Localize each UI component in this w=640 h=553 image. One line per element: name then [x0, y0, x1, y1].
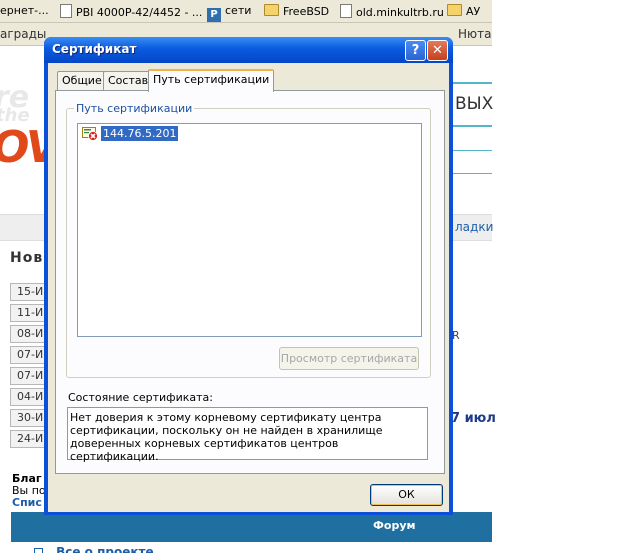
certification-path-tree[interactable]	[77, 123, 422, 337]
forum-header-bar: Форум	[11, 512, 492, 542]
help-icon: ?	[411, 43, 420, 58]
bookmarks-bar: ернет-... PBI 4000P-42/4452 - ... Pсети …	[0, 0, 492, 23]
group-title: Путь сертификации	[74, 102, 195, 115]
tab-certification-path[interactable]: Путь сертификации	[148, 69, 275, 92]
dialog-title: Сертификат	[52, 42, 137, 56]
header-divider	[453, 125, 492, 127]
folder-icon	[447, 4, 462, 16]
folder-icon	[264, 4, 279, 16]
tab-general[interactable]: Общие	[57, 71, 107, 90]
certificate-status-label: Состояние сертификата:	[68, 391, 213, 404]
footer-link-label: Все о проекте	[56, 545, 154, 553]
certificate-status-text[interactable]: Нет доверия к этому корневому сертификат…	[67, 407, 428, 463]
bookmark-item[interactable]: FreeBSD	[264, 4, 329, 18]
news-link-fragment[interactable]: 7 июл	[451, 411, 496, 426]
news-heading: Нов	[10, 250, 44, 266]
footer-link-fragment[interactable]: Все о проекте	[34, 545, 234, 553]
close-button[interactable]: ✕	[427, 40, 448, 61]
header-divider	[453, 82, 492, 84]
help-button[interactable]: ?	[405, 40, 426, 61]
bookmark-item[interactable]: old.minkultrb.ru	[340, 4, 444, 19]
page-icon	[60, 4, 72, 18]
ok-button[interactable]: ОК	[370, 484, 443, 506]
links-item[interactable]: Нюта	[458, 27, 491, 41]
text-fragment: R	[452, 329, 460, 342]
bookmark-label: old.minkultrb.ru	[356, 6, 444, 19]
nav-link-fragment[interactable]: ладки	[455, 220, 493, 234]
bookmark-item[interactable]: Pсети	[207, 4, 251, 22]
close-icon: ✕	[432, 43, 443, 58]
bookmark-label: PBI 4000P-42/4452 - ...	[76, 6, 203, 19]
forum-header-label: Форум	[373, 519, 416, 532]
certificate-error-icon	[82, 127, 98, 141]
bookmark-label: FreeBSD	[283, 5, 330, 18]
bookmark-item[interactable]: PBI 4000P-42/4452 - ...	[60, 4, 202, 19]
bullet-icon	[34, 548, 43, 553]
search-box-fragment[interactable]	[453, 150, 492, 174]
bookmark-label: сети	[225, 4, 252, 17]
bookmark-item[interactable]: АУ	[447, 4, 480, 18]
tree-item-label: 144.76.5.201	[101, 126, 179, 141]
links-item[interactable]: аграды	[0, 27, 46, 41]
site-logo: re the OV	[0, 80, 46, 173]
bookmark-label: АУ	[466, 5, 481, 18]
tab-details[interactable]: Состав	[103, 71, 154, 90]
list-link-fragment[interactable]: Спис	[12, 496, 42, 509]
p-icon: P	[207, 8, 221, 22]
bookmark-item[interactable]: ернет-...	[0, 4, 49, 17]
page-heading-fragment: вых	[455, 94, 494, 114]
page-icon	[340, 4, 352, 18]
bookmark-label: ернет-...	[0, 4, 49, 17]
view-certificate-button[interactable]: Просмотр сертификата	[279, 347, 419, 370]
